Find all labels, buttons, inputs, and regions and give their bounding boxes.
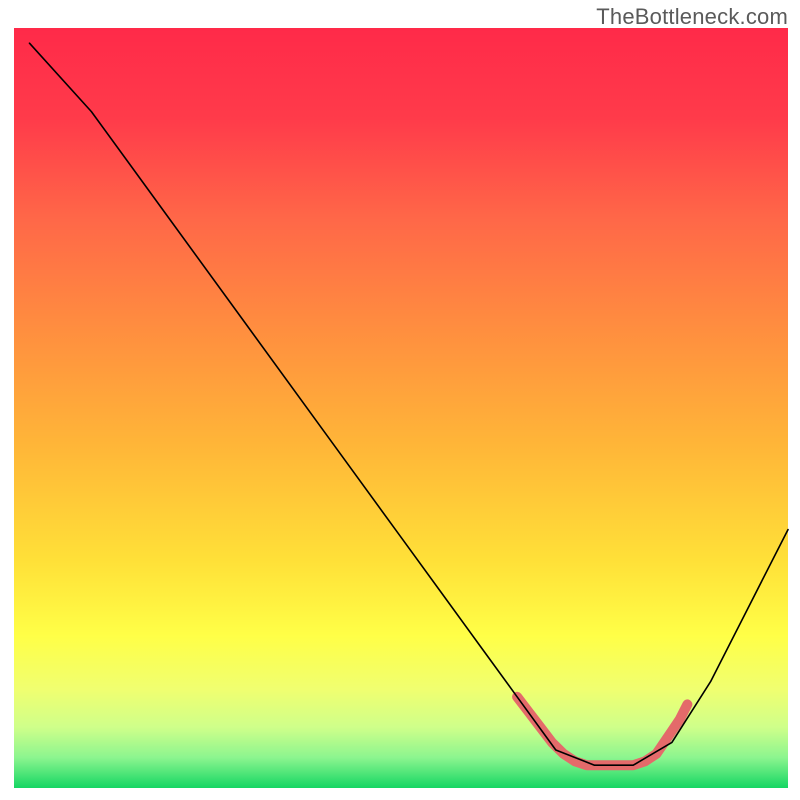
bottleneck-chart [0, 0, 800, 800]
chart-container: TheBottleneck.com [0, 0, 800, 800]
watermark-text: TheBottleneck.com [596, 4, 788, 30]
gradient-background [14, 28, 788, 788]
